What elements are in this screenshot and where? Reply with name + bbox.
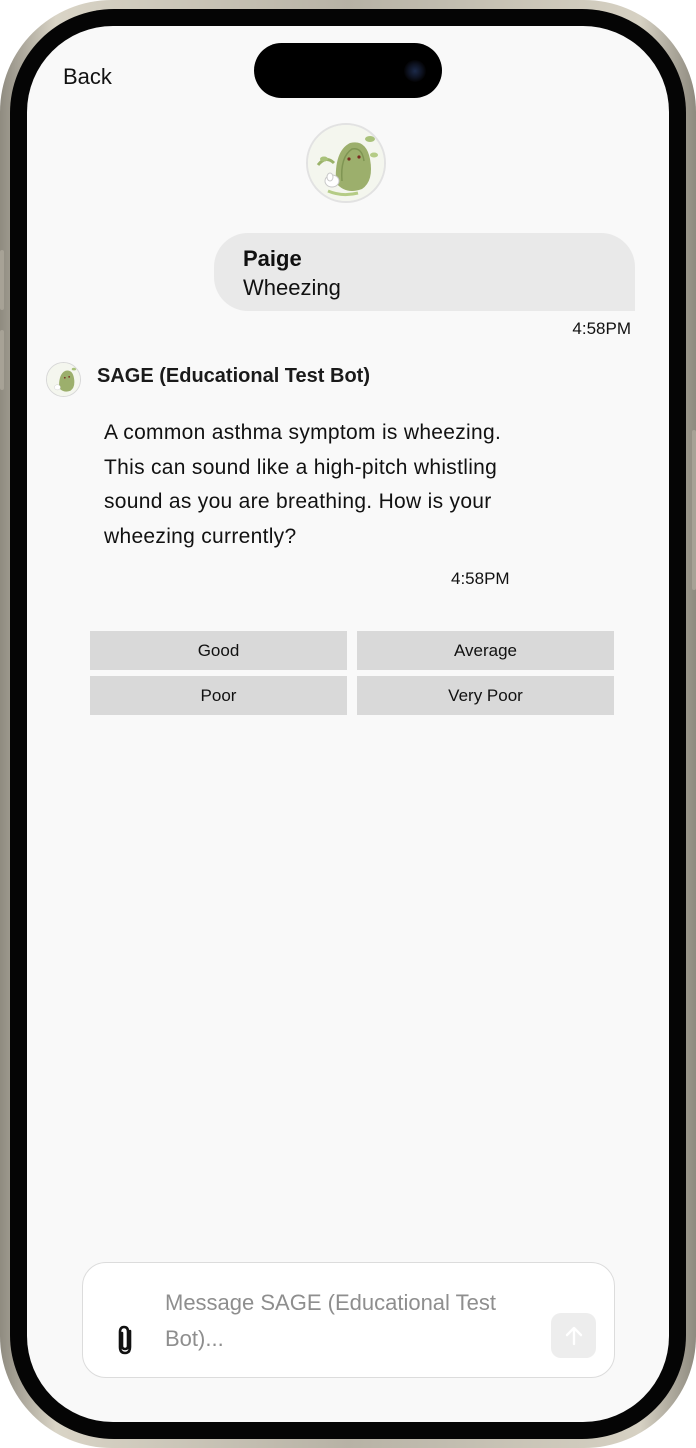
volume-down-button <box>0 330 4 390</box>
power-button <box>692 430 696 590</box>
paperclip-icon[interactable] <box>113 1323 139 1357</box>
dynamic-island <box>254 43 442 98</box>
option-average-button[interactable]: Average <box>357 631 614 670</box>
message-composer: Message SAGE (Educational Test Bot)... <box>82 1262 615 1378</box>
option-very-poor-button[interactable]: Very Poor <box>357 676 614 715</box>
user-message-bubble: Paige Wheezing <box>214 233 635 311</box>
back-button[interactable]: Back <box>63 64 112 90</box>
option-poor-button[interactable]: Poor <box>90 676 347 715</box>
bot-avatar-icon <box>46 362 81 397</box>
volume-up-button <box>0 250 4 310</box>
chat-screen: Back Paige Wheezing 4:58PM SAGE (Educati… <box>27 26 669 1422</box>
message-timestamp: 4:58PM <box>572 319 631 338</box>
message-timestamp: 4:58PM <box>451 569 510 588</box>
arrow-up-icon <box>565 1326 582 1345</box>
message-sender: Paige <box>243 246 302 271</box>
sage-avatar-icon <box>306 123 386 203</box>
send-button[interactable] <box>551 1313 596 1358</box>
bot-name: SAGE (Educational Test Bot) <box>97 365 370 387</box>
camera-icon <box>404 60 426 82</box>
message-input[interactable]: Message SAGE (Educational Test Bot)... <box>165 1285 545 1357</box>
bot-message-text: A common asthma symptom is wheezing. Thi… <box>104 421 502 548</box>
message-text: Wheezing <box>243 275 341 300</box>
option-good-button[interactable]: Good <box>90 631 347 670</box>
